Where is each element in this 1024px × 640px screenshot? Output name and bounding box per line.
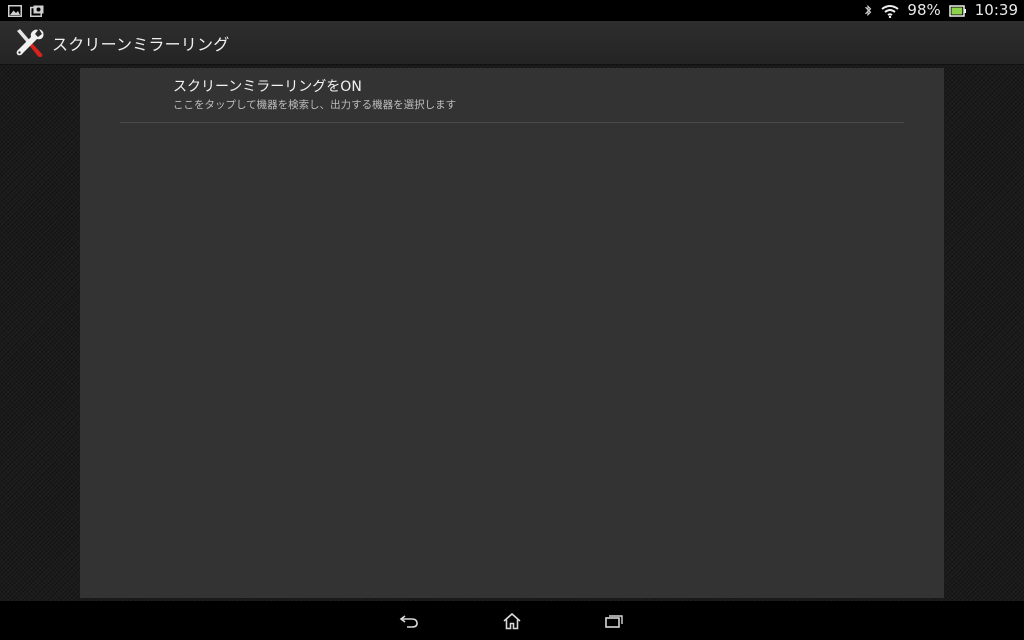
- recent-apps-icon: [605, 614, 623, 628]
- back-icon: [399, 614, 418, 628]
- wifi-icon: [881, 4, 900, 18]
- picture-notification-icon: [8, 4, 22, 17]
- navigation-bar: [0, 601, 1024, 640]
- list-item-summary: ここをタップして機器を検索し、出力する機器を選択します: [173, 99, 457, 111]
- clock: 10:39: [974, 1, 1018, 19]
- list-item-title: スクリーンミラーリングをON: [173, 79, 362, 95]
- screen: 98% 10:39 スクリーンミラーリング スクリーンミラーリングをON ここを…: [0, 0, 1024, 640]
- notification-area: [8, 4, 44, 17]
- system-status-area: 98% 10:39: [863, 0, 1018, 21]
- camera-notification-icon: [30, 5, 44, 17]
- tools-icon[interactable]: [12, 26, 46, 60]
- home-icon: [503, 612, 521, 629]
- battery-icon: [949, 4, 966, 17]
- status-bar: 98% 10:39: [0, 0, 1024, 21]
- back-button[interactable]: [394, 606, 426, 636]
- screen-mirroring-on-item[interactable]: スクリーンミラーリングをON ここをタップして機器を検索し、出力する機器を選択し…: [120, 68, 904, 123]
- recent-apps-button[interactable]: [598, 606, 630, 636]
- settings-panel: スクリーンミラーリングをON ここをタップして機器を検索し、出力する機器を選択し…: [80, 68, 944, 598]
- home-button[interactable]: [496, 606, 528, 636]
- battery-percent: 98%: [907, 1, 941, 19]
- bluetooth-icon: [865, 4, 872, 17]
- action-bar: スクリーンミラーリング: [0, 21, 1024, 65]
- page-title: スクリーンミラーリング: [52, 34, 230, 54]
